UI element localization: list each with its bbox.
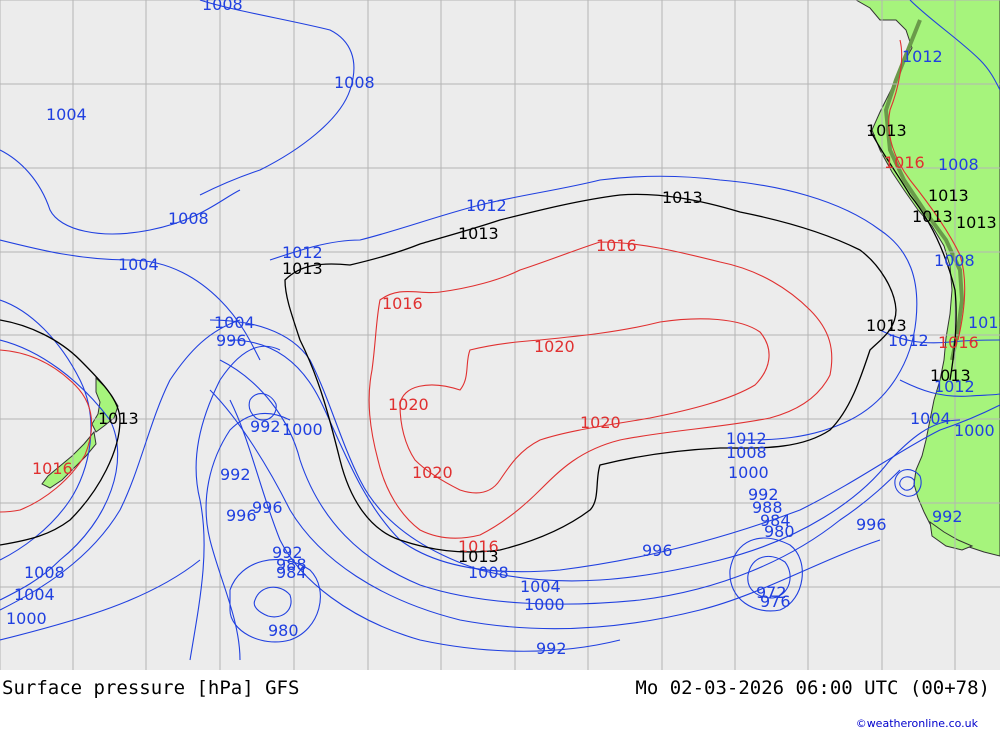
isobar-value-label: 1016 — [32, 459, 73, 478]
isobar-value-label: 996 — [216, 331, 247, 350]
isobar-value-label: 1013 — [458, 224, 499, 243]
isobar-value-label: 992 — [536, 639, 567, 658]
isobar-value-label: 1008 — [202, 0, 243, 14]
isobar-value-label: 1013 — [866, 121, 907, 140]
isobar-value-label: 1004 — [118, 255, 159, 274]
isobar-value-label: 1020 — [412, 463, 453, 482]
isobar-value-label: 1016 — [938, 333, 979, 352]
isobar-value-label: 1008 — [726, 443, 767, 462]
isobar-value-label: 1000 — [524, 595, 565, 614]
isobar-value-label: 1008 — [168, 209, 209, 228]
isobar-value-label: 1016 — [596, 236, 637, 255]
map-title: Surface pressure [hPa] GFS — [2, 677, 300, 699]
isobar-value-label: 1008 — [468, 563, 509, 582]
isobar-value-label: 1020 — [388, 395, 429, 414]
isobar-value-label: 1013 — [956, 213, 997, 232]
isobar-value-label: 996 — [252, 498, 283, 517]
isobar-value-label: 1004 — [46, 105, 87, 124]
isobar-value-label: 1012 — [466, 196, 507, 215]
pressure-map: 160E170E180170W160W150W140W130W120W110W1… — [0, 0, 1000, 670]
isobar-value-label: 1000 — [282, 420, 323, 439]
isobar-value-label: 1008 — [24, 563, 65, 582]
isobar-value-label: 1016 — [884, 153, 925, 172]
isobar-value-label: 1016 — [382, 294, 423, 313]
isobar-value-label: 1004 — [14, 585, 55, 604]
isobar-value-label: 1013 — [98, 409, 139, 428]
isobar-value-label: 992 — [250, 417, 281, 436]
credit-link[interactable]: ©weatheronline.co.uk — [856, 717, 978, 730]
isobar-value-label: 1008 — [938, 155, 979, 174]
weather-map-page: 160E170E180170W160W150W140W130W120W110W1… — [0, 0, 1000, 733]
isobar-value-label: 1000 — [954, 421, 995, 440]
isobar-value-label: 1012 — [968, 313, 1000, 332]
isobar-value-label: 1013 — [662, 188, 703, 207]
isobar-value-label: 1004 — [910, 409, 951, 428]
isobar-value-label: 996 — [226, 506, 257, 525]
isobar-value-label: 1012 — [888, 331, 929, 350]
isobar-value-label: 1013 — [912, 207, 953, 226]
isobar-value-label: 992 — [932, 507, 963, 526]
isobar-value-label: 1004 — [520, 577, 561, 596]
isobar-value-label: 1008 — [334, 73, 375, 92]
isobar-value-label: 980 — [268, 621, 299, 640]
isobar-value-label: 972 — [756, 583, 787, 602]
isobar-value-label: 1012 — [902, 47, 943, 66]
isobar-value-label: 1004 — [214, 313, 255, 332]
isobar-value-label: 1013 — [928, 186, 969, 205]
isobar-value-label: 1000 — [728, 463, 769, 482]
isobar-value-label: 1012 — [934, 377, 975, 396]
isobar-value-label: 1020 — [534, 337, 575, 356]
isobar-value-label: 996 — [642, 541, 673, 560]
isobar-value-label: 1000 — [6, 609, 47, 628]
isobar-value-label: 996 — [856, 515, 887, 534]
isobar-value-label: 1013 — [282, 259, 323, 278]
isobar-value-label: 980 — [764, 522, 795, 541]
isobar-value-label: 1008 — [934, 251, 975, 270]
isobar-value-label: 984 — [276, 563, 307, 582]
isobar-value-label: 992 — [220, 465, 251, 484]
forecast-datetime: Mo 02-03-2026 06:00 UTC (00+78) — [635, 677, 990, 699]
isobar-value-label: 1020 — [580, 413, 621, 432]
